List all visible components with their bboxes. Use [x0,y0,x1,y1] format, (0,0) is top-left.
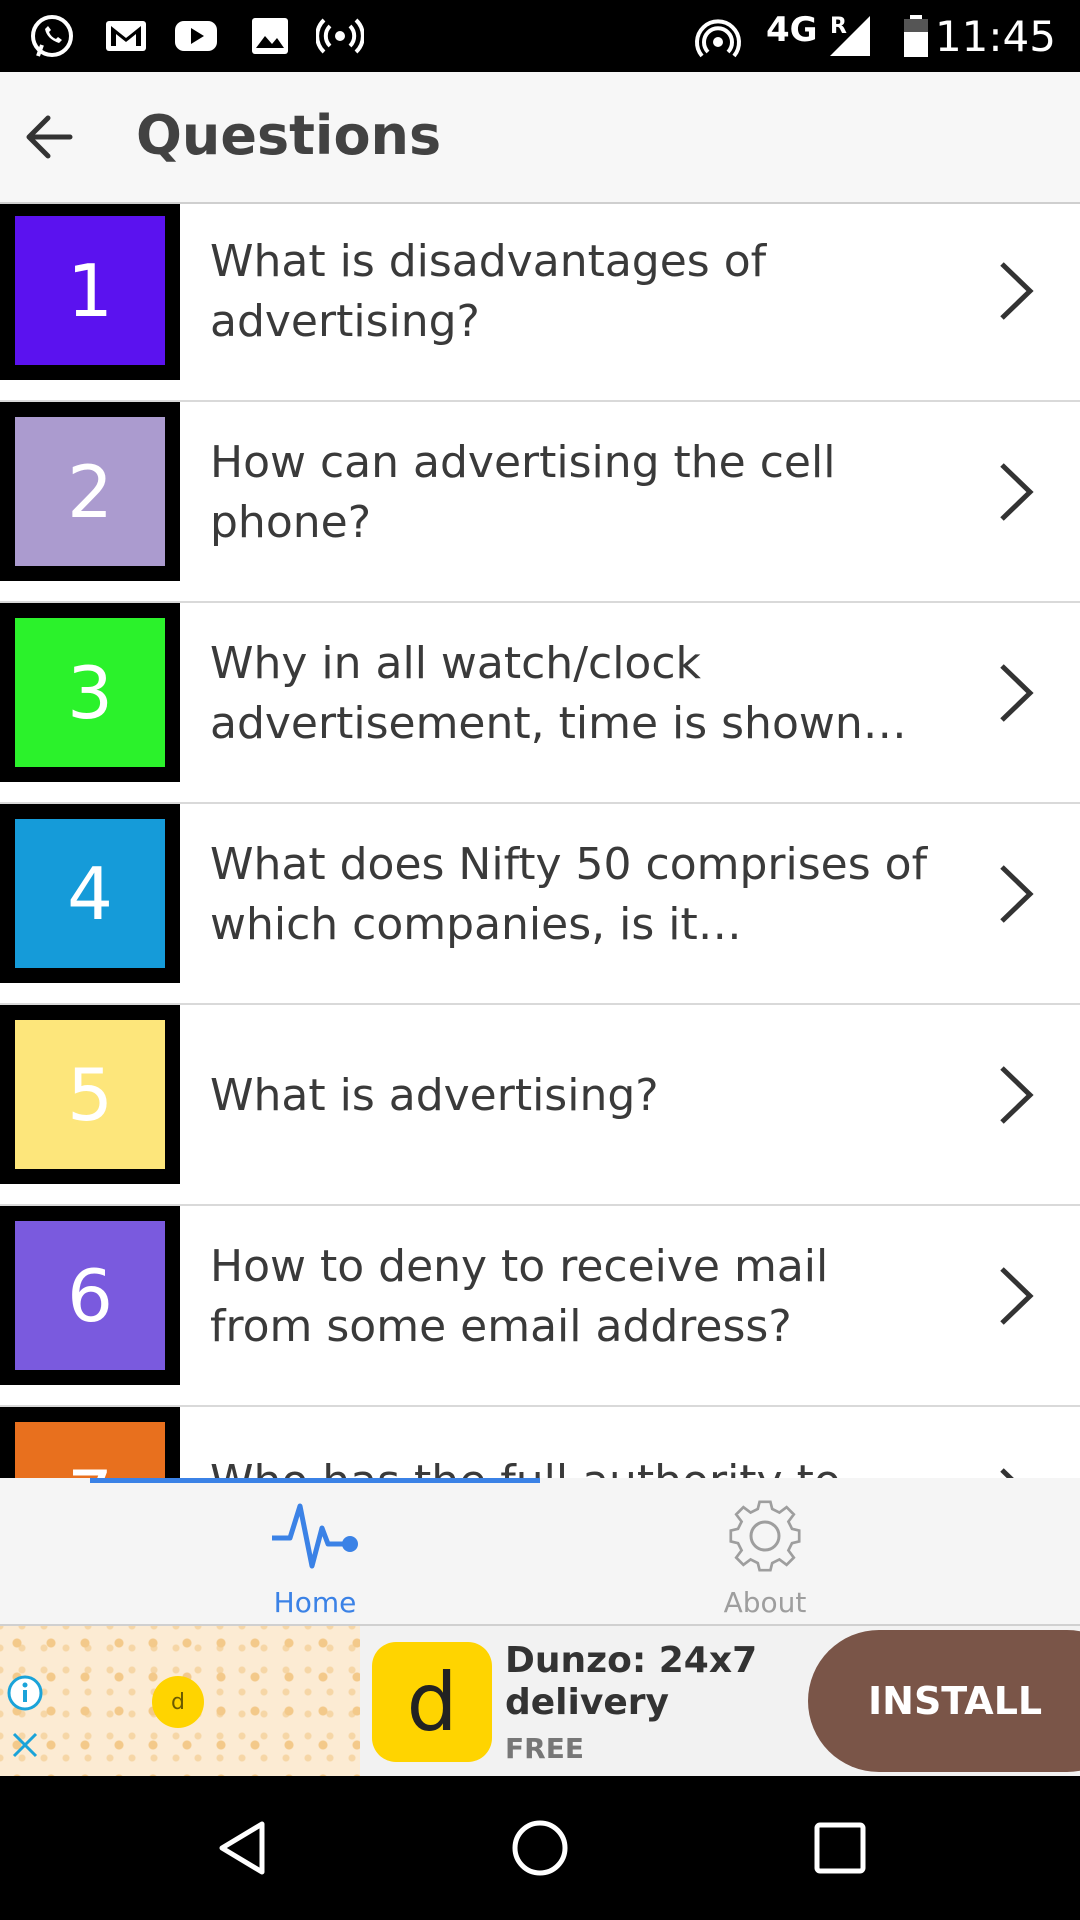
active-tab-indicator [90,1478,540,1483]
info-icon[interactable] [6,1674,44,1712]
question-row[interactable]: 7 Who has the full authority to [0,1407,1080,1478]
ad-title: Dunzo: 24x7 delivery [505,1640,758,1723]
number-badge: 7 [0,1407,180,1478]
ad-banner[interactable]: d d Dunzo: 24x7 delivery FREE INSTALL [0,1624,1080,1778]
number-badge-fill: 3 [15,618,165,767]
question-text: What is disadvantages of advertising? [210,236,767,347]
gear-icon [729,1500,801,1572]
number-badge: 3 [0,603,180,782]
page-title: Questions [136,104,442,167]
wifi-calling-icon [695,19,741,58]
number-badge-fill: 4 [15,819,165,968]
ad-app-logo: d [372,1642,492,1762]
chevron-right-icon [1000,262,1034,320]
chevron-right-icon [1000,1468,1014,1478]
app-bar: Questions [0,72,1080,204]
question-number: 1 [67,248,113,333]
hotspot-icon [316,18,364,54]
gallery-icon [252,18,288,54]
question-row[interactable]: 2 How can advertising the cell phone? [0,402,1080,603]
battery-icon [904,15,928,57]
install-button[interactable]: INSTALL [808,1630,1080,1772]
number-badge-fill: 7 [15,1422,165,1478]
question-number: 3 [67,650,113,735]
question-text: Why in all watch/clock advertisement, ti… [210,638,907,749]
system-navigation-bar [0,1776,1080,1920]
question-text: What is advertising? [210,1070,659,1121]
number-badge: 1 [0,204,180,380]
number-badge-fill: 6 [15,1221,165,1370]
nav-back-icon[interactable] [212,1818,272,1878]
gmail-icon [106,21,146,51]
question-row[interactable]: 4 What does Nifty 50 comprises of which … [0,804,1080,1005]
chevron-right-icon [1000,664,1034,722]
close-icon[interactable] [8,1728,42,1762]
question-text: How can advertising the cell phone? [210,437,836,548]
status-bar: 4G R 11:45 [0,0,1080,72]
number-badge: 2 [0,402,180,581]
chevron-right-icon [1000,1066,1034,1124]
tab-home[interactable]: Home [165,1488,465,1619]
nav-recents-icon[interactable] [810,1818,870,1878]
chevron-right-icon [1000,865,1034,923]
question-text: What does Nifty 50 comprises of which co… [210,839,928,950]
network-type: 4G [766,10,818,50]
question-number: 5 [67,1052,113,1137]
question-list[interactable]: 1 What is disadvantages of advertising? … [0,204,1080,1478]
number-badge-fill: 5 [15,1020,165,1169]
clock: 11:45 [934,12,1056,61]
tab-label-about: About [723,1586,807,1619]
ad-subtitle: FREE [505,1732,584,1765]
number-badge: 6 [0,1206,180,1385]
question-number: 2 [67,449,113,534]
question-row[interactable]: 5 What is advertising? [0,1005,1080,1206]
chevron-right-icon [1000,463,1034,521]
youtube-icon [175,21,217,51]
number-badge: 5 [0,1005,180,1184]
question-number: 4 [67,851,113,936]
tab-about[interactable]: About [615,1488,915,1619]
bottom-navigation: Home About [0,1478,1080,1624]
question-row[interactable]: 6 How to deny to receive mail from some … [0,1206,1080,1407]
signal-icon [830,16,870,56]
tab-label-home: Home [273,1586,357,1619]
number-badge-fill: 1 [15,216,165,365]
ad-small-logo: d [152,1676,204,1728]
question-number: 7 [67,1455,113,1479]
pulse-icon [272,1503,358,1569]
number-badge: 4 [0,804,180,983]
question-row[interactable]: 1 What is disadvantages of advertising? [0,204,1080,402]
back-arrow-icon[interactable] [16,105,80,169]
question-row[interactable]: 3 Why in all watch/clock advertisement, … [0,603,1080,804]
question-text: Who has the full authority to [210,1407,930,1478]
whatsapp-icon [31,15,73,57]
question-number: 6 [67,1253,113,1338]
chevron-right-icon [1000,1267,1034,1325]
number-badge-fill: 2 [15,417,165,566]
nav-home-icon[interactable] [510,1818,570,1878]
question-text: How to deny to receive mail from some em… [210,1241,829,1352]
